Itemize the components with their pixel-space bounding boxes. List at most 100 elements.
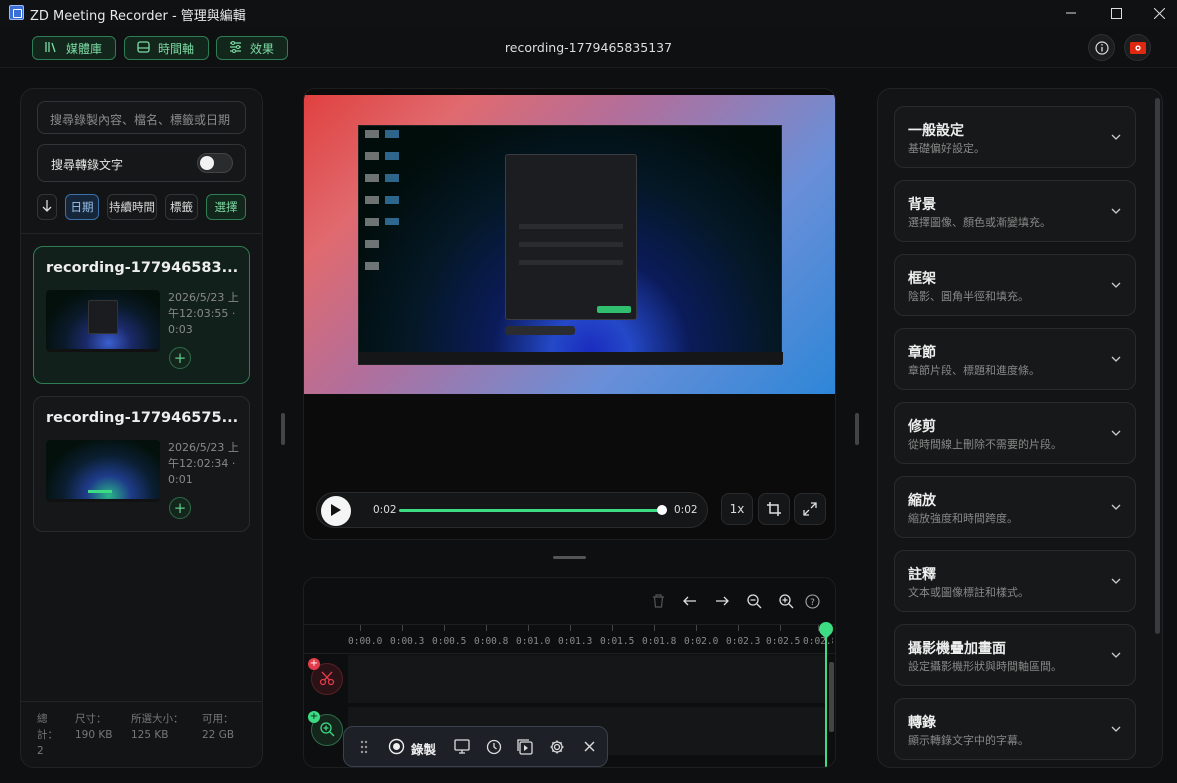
svg-text:?: ? [810,598,815,608]
section-subtitle: 基礎偏好設定。 [908,142,985,155]
chevron-down-icon [1111,351,1121,365]
tick-label: 0:00.3 [390,636,425,647]
zoom-in-icon[interactable] [775,590,797,612]
recording-title: recording-1779465835137 [504,40,673,55]
timeline-scrollbar[interactable] [829,662,834,732]
close-icon[interactable] [1136,0,1177,26]
fullscreen-icon[interactable] [794,493,826,525]
section-trim[interactable]: 修剪 從時間線上刪除不需要的片段。 [894,402,1136,464]
add-tag-button[interactable]: + [169,497,191,519]
total-time: 0:02 [674,504,698,516]
arrow-right-icon[interactable] [711,590,733,612]
toolbar: 媒體庫 時間軸 效果 recording-1779465835137 [0,26,1177,68]
section-subtitle: 章節片段、標題和進度條。 [908,364,1040,377]
video-library-icon[interactable] [517,739,533,758]
record-label: 錄製 [411,741,437,757]
tick-label: 0:01.8 [642,636,677,647]
section-title: 註釋 [908,567,936,583]
settings-panel: 一般設定 基礎偏好設定。 背景 選擇圖像、顏色或漸變填充。 框架 陰影、圓角半徑… [877,88,1163,768]
library-panel: 搜尋錄製內容、檔名、標籤或日期 搜尋轉錄文字 日期 持續時間 標籤 選擇 rec… [20,88,263,768]
section-annotations[interactable]: 註釋 文本或圖像標註和樣式。 [894,550,1136,612]
resize-handle[interactable] [855,413,859,445]
vertical-resize-handle[interactable] [553,556,586,559]
progress-handle[interactable] [657,505,667,515]
tick-label: 0:00.8 [474,636,509,647]
section-transcription[interactable]: 轉錄 顯示轉錄文字中的字幕。 [894,698,1136,760]
recording-thumbnail [46,440,160,502]
gear-icon[interactable] [549,739,565,758]
hong-kong-flag-icon[interactable] [1124,34,1151,61]
section-chapters[interactable]: 章節 章節片段、標題和進度條。 [894,328,1136,390]
section-subtitle: 從時間線上刪除不需要的片段。 [908,438,1062,451]
scissors-icon [319,670,335,689]
screen-icon[interactable] [454,739,470,757]
minimize-icon[interactable] [1048,0,1094,26]
section-background[interactable]: 背景 選擇圖像、顏色或漸變填充。 [894,180,1136,242]
section-title: 框架 [908,271,936,287]
transcript-search-row[interactable]: 搜尋轉錄文字 [37,144,246,182]
playhead[interactable] [825,624,827,767]
section-title: 背景 [908,197,936,213]
tick-label: 0:01.5 [600,636,635,647]
recording-card[interactable]: recording-177946583... 2026/5/23 上 午12:0… [33,246,250,384]
play-button[interactable] [321,496,351,526]
section-title: 攝影機疊加畫面 [908,641,1006,657]
trim-track[interactable] [348,655,826,703]
tick-label: 0:02.5 [766,636,801,647]
chevron-down-icon [1111,277,1121,291]
play-icon [330,503,342,520]
tick-label: 0:02.3 [726,636,761,647]
recording-card[interactable]: recording-177946575... 2026/5/23 上 午12:0… [33,396,250,532]
delete-icon[interactable] [647,590,669,612]
settings-scrollbar[interactable] [1155,98,1160,634]
section-title: 一般設定 [908,123,964,139]
select-button[interactable]: 選擇 [206,194,246,220]
sort-direction-button[interactable] [37,194,57,220]
search-input[interactable]: 搜尋錄製內容、檔名、標籤或日期 [37,101,246,134]
section-general[interactable]: 一般設定 基礎偏好設定。 [894,106,1136,168]
info-icon[interactable] [1088,34,1115,61]
timeline-ruler[interactable]: 0:00.0 0:00.3 0:00.5 0:00.8 0:01.0 0:01.… [304,624,835,654]
help-icon[interactable]: ? [801,590,823,612]
timer-icon[interactable] [486,739,502,758]
tick-label: 0:00.5 [432,636,467,647]
sort-tag-button[interactable]: 標籤 [165,194,198,220]
crop-icon[interactable] [758,493,790,525]
section-title: 縮放 [908,493,936,509]
section-frame[interactable]: 框架 陰影、圓角半徑和填充。 [894,254,1136,316]
sort-duration-button[interactable]: 持續時間 [107,194,157,220]
chevron-down-icon [1111,721,1121,735]
recording-title: recording-177946583... [46,260,239,276]
tick-label: 0:01.3 [558,636,593,647]
drag-handle-icon[interactable] [360,740,368,757]
section-title: 轉錄 [908,715,936,731]
recording-thumbnail [46,290,160,352]
section-zoom[interactable]: 縮放 縮放強度和時間跨度。 [894,476,1136,538]
divider [21,233,262,234]
resize-handle[interactable] [281,413,285,445]
sort-date-button[interactable]: 日期 [65,194,99,220]
maximize-icon[interactable] [1093,0,1139,26]
progress-bar[interactable] [399,509,663,512]
chevron-down-icon [1111,129,1121,143]
add-trim-button[interactable]: + [308,658,320,670]
add-zoom-button[interactable]: + [308,711,320,723]
record-button[interactable]: 錄製 [388,738,436,758]
zoom-out-icon[interactable] [743,590,765,612]
chevron-down-icon [1111,203,1121,217]
recording-meta: 2026/5/23 上 午12:03:55 · 0:03 [168,291,239,336]
chevron-down-icon [1111,647,1121,661]
section-camera-overlay[interactable]: 攝影機疊加畫面 設定攝影機形狀與時間軸區間。 [894,624,1136,686]
arrow-down-icon [42,199,52,215]
storage-stats: 總 計： 2 尺寸： 190 KB 所選大小： 125 KB 可用： 22 GB [37,713,235,757]
playback-speed-button[interactable]: 1x [721,493,753,525]
record-icon [388,738,405,758]
app-logo-icon [9,5,24,20]
close-icon[interactable] [584,741,595,755]
add-tag-button[interactable]: + [169,347,191,369]
transcript-search-toggle[interactable] [197,153,233,173]
section-subtitle: 設定攝影機形狀與時間軸區間。 [908,660,1062,673]
arrow-left-icon[interactable] [679,590,701,612]
playback-controls: 0:02 0:02 [316,492,708,528]
video-preview[interactable] [304,95,835,394]
